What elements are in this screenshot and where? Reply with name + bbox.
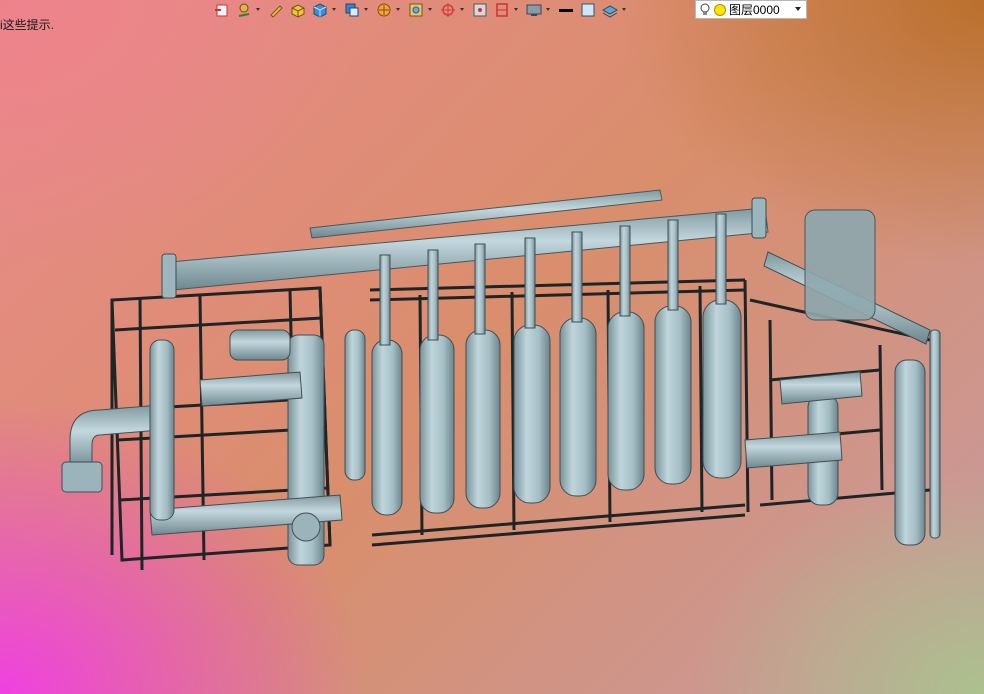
section-view-icon [441, 3, 455, 17]
line-thickness-icon [559, 9, 573, 12]
view-cube-button[interactable] [310, 1, 336, 19]
extrude-boss-button[interactable] [288, 1, 308, 19]
color-swatch-button[interactable] [578, 1, 598, 19]
layer-properties-icon [602, 5, 618, 18]
smart-dimension-button[interactable] [234, 1, 260, 19]
heads-up-view-toolbar [212, 0, 626, 20]
right-manifold [744, 209, 941, 546]
smart-dimension-icon [238, 3, 250, 17]
view-cube-icon [313, 3, 327, 18]
zoom-area-button[interactable] [470, 1, 490, 19]
section-view-button[interactable] [438, 1, 464, 19]
hide-show-icon [409, 3, 423, 17]
hide-show-button[interactable] [406, 1, 432, 19]
piping-assembly-model[interactable] [0, 0, 984, 694]
edit-pencil-button[interactable] [266, 1, 286, 19]
layer-visible-icon [714, 3, 726, 16]
view-orientation-icon [345, 3, 359, 17]
color-swatch-icon [581, 3, 595, 17]
previous-view-button[interactable] [492, 1, 518, 19]
edit-pencil-icon [270, 5, 283, 18]
layer-selected-value: 图层0000 [729, 3, 780, 17]
exit-sketch-icon [215, 4, 228, 17]
exit-sketch-button[interactable] [212, 1, 232, 19]
view-orientation-button[interactable] [342, 1, 368, 19]
display-style-button[interactable] [374, 1, 400, 19]
zoom-area-icon [473, 3, 487, 17]
filter-vessels [344, 299, 742, 516]
layer-dropdown[interactable]: 图层0000 [695, 0, 807, 19]
status-hint-text: i这些提示. [0, 18, 55, 32]
line-thickness-button[interactable] [556, 1, 576, 19]
extrude-boss-icon [291, 4, 305, 18]
lightbulb-icon [700, 3, 710, 15]
monitor-display-icon [526, 4, 542, 16]
layer-properties-button[interactable] [600, 1, 626, 19]
monitor-display-button[interactable] [524, 1, 550, 19]
display-style-icon [377, 3, 391, 17]
chevron-down-icon [795, 7, 801, 11]
previous-view-icon [496, 3, 508, 17]
